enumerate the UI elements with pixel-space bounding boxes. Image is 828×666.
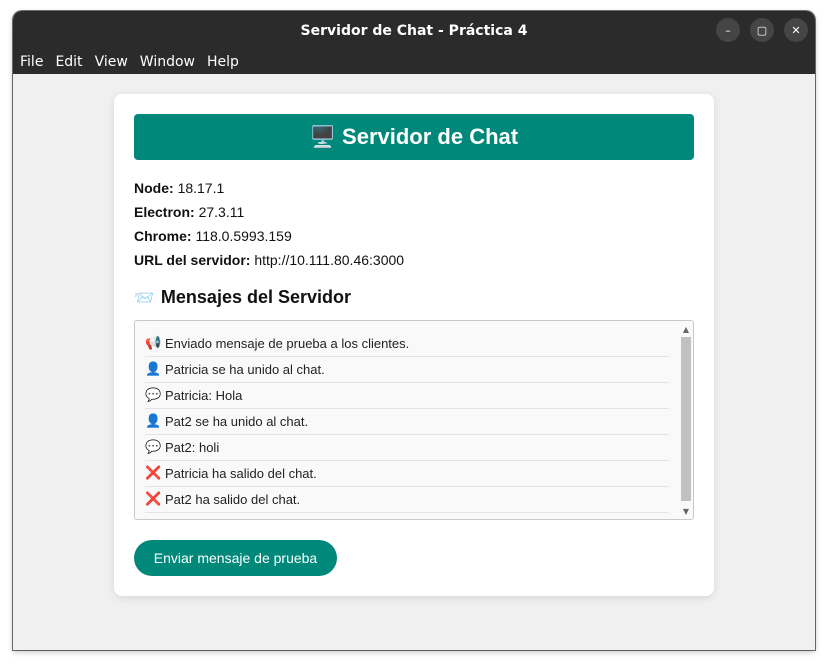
app-content: 🖥️ Servidor de Chat Node: 18.17.1 Electr… [13,74,815,650]
log-entry: 👤 Patricia se ha unido al chat. [145,357,669,383]
menu-view[interactable]: View [90,50,133,74]
log-entry: ❌ Patricia ha salido del chat. [145,461,669,487]
close-button[interactable]: ✕ [784,18,808,42]
info-electron: Electron: 27.3.11 [134,202,694,226]
server-card: 🖥️ Servidor de Chat Node: 18.17.1 Electr… [114,94,714,596]
log-text: Patricia: Hola [165,388,243,403]
log-entry: 💬 Patricia: Hola [145,383,669,409]
log-text: Enviado mensaje de prueba a los clientes… [165,336,410,351]
info-chrome: Chrome: 118.0.5993.159 [134,226,694,250]
log-text: Patricia se ha unido al chat. [165,362,325,377]
window-controls: – ▢ ✕ [716,18,808,42]
maximize-button[interactable]: ▢ [750,18,774,42]
header-banner: 🖥️ Servidor de Chat [134,114,694,160]
info-node: Node: 18.17.1 [134,178,694,202]
log-text: Patricia ha salido del chat. [165,466,317,481]
megaphone-icon: 📢 [145,336,162,351]
menu-window[interactable]: Window [135,50,200,74]
page-title: Servidor de Chat [342,124,519,149]
message-log[interactable]: 📢 Enviado mensaje de prueba a los client… [134,320,694,520]
info-server-url: URL del servidor: http://10.111.80.46:30… [134,250,694,274]
scroll-thumb[interactable] [681,337,691,501]
info-label: Node: [134,180,174,196]
log-entry: 📢 Enviado mensaje de prueba a los client… [145,331,669,357]
log-entry: 💬 Pat2: holi [145,435,669,461]
messages-title: Mensajes del Servidor [160,287,352,307]
scroll-up-icon[interactable]: ▲ [679,322,693,336]
minimize-button[interactable]: – [716,18,740,42]
info-label: Chrome: [134,228,192,244]
title-bar: Servidor de Chat - Práctica 4 – ▢ ✕ [13,11,815,50]
send-test-message-button[interactable]: Enviar mensaje de prueba [134,540,337,576]
info-value: 118.0.5993.159 [195,228,292,244]
info-value: 18.17.1 [177,180,225,196]
log-text: Pat2 se ha unido al chat. [165,414,309,429]
speech-bubble-icon: 💬 [145,440,162,455]
log-list: 📢 Enviado mensaje de prueba a los client… [145,331,669,513]
user-icon: 👤 [145,414,162,429]
messages-heading: 📨 Mensajes del Servidor [134,287,351,308]
server-info: Node: 18.17.1 Electron: 27.3.11 Chrome: … [134,178,694,274]
log-entry: 👤 Pat2 se ha unido al chat. [145,409,669,435]
user-icon: 👤 [145,362,162,377]
speech-bubble-icon: 💬 [145,388,162,403]
log-text: Pat2 ha salido del chat. [165,492,301,507]
incoming-envelope-icon: 📨 [134,288,154,307]
menu-bar: File Edit View Window Help [13,50,815,74]
log-entry: ❌ Pat2 ha salido del chat. [145,487,669,513]
menu-file[interactable]: File [15,50,48,74]
scroll-down-icon[interactable]: ▼ [679,504,693,518]
desktop-computer-icon: 🖥️ [309,124,337,149]
window-title: Servidor de Chat - Práctica 4 [300,22,528,39]
cross-mark-icon: ❌ [145,492,162,507]
info-value: 27.3.11 [198,204,245,220]
menu-edit[interactable]: Edit [50,50,87,74]
log-scrollbar[interactable]: ▲ ▼ [679,321,693,519]
cross-mark-icon: ❌ [145,466,162,481]
info-value: http://10.111.80.46:3000 [254,252,405,268]
app-window: Servidor de Chat - Práctica 4 – ▢ ✕ File… [13,11,815,650]
info-label: Electron: [134,204,195,220]
info-label: URL del servidor: [134,252,251,268]
menu-help[interactable]: Help [202,50,244,74]
log-text: Pat2: holi [165,440,220,455]
